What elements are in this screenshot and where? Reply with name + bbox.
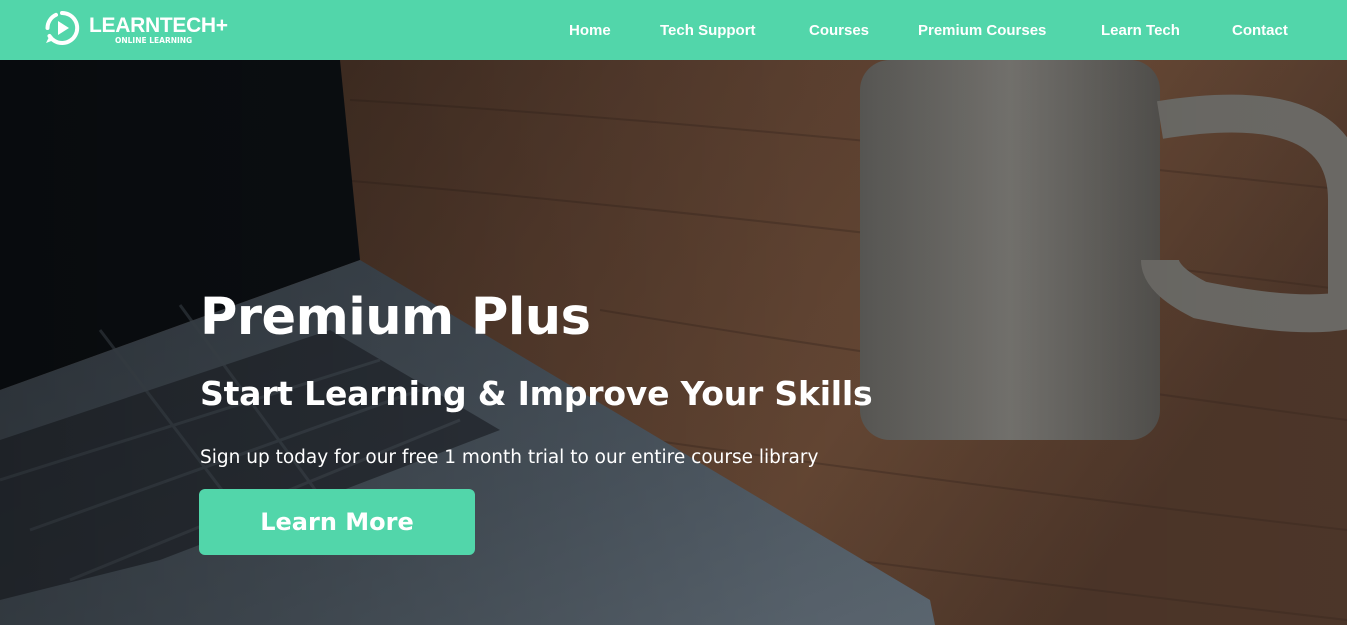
brand-name: LEARNTECH+ [89, 14, 228, 37]
nav-item-learn-tech[interactable]: Learn Tech [1101, 22, 1180, 39]
brand-tagline: ONLINE LEARNING [115, 36, 193, 45]
hero-description: Sign up today for our free 1 month trial… [200, 447, 819, 468]
nav-item-tech-support[interactable]: Tech Support [660, 22, 756, 39]
hero-subtitle: Start Learning & Improve Your Skills [200, 374, 873, 413]
brand-logo[interactable]: LEARNTECH+ ONLINE LEARNING [44, 10, 244, 50]
nav-item-courses[interactable]: Courses [809, 22, 869, 39]
hero-title: Premium Plus [200, 288, 591, 347]
nav-item-premium-courses[interactable]: Premium Courses [918, 22, 1046, 39]
hero-section: Premium Plus Start Learning & Improve Yo… [0, 60, 1347, 625]
learn-more-button[interactable]: Learn More [199, 489, 475, 555]
nav-item-home[interactable]: Home [569, 22, 611, 39]
play-circle-icon [45, 10, 80, 45]
site-header: LEARNTECH+ ONLINE LEARNING Home Tech Sup… [0, 0, 1347, 60]
nav-item-contact[interactable]: Contact [1232, 22, 1288, 39]
